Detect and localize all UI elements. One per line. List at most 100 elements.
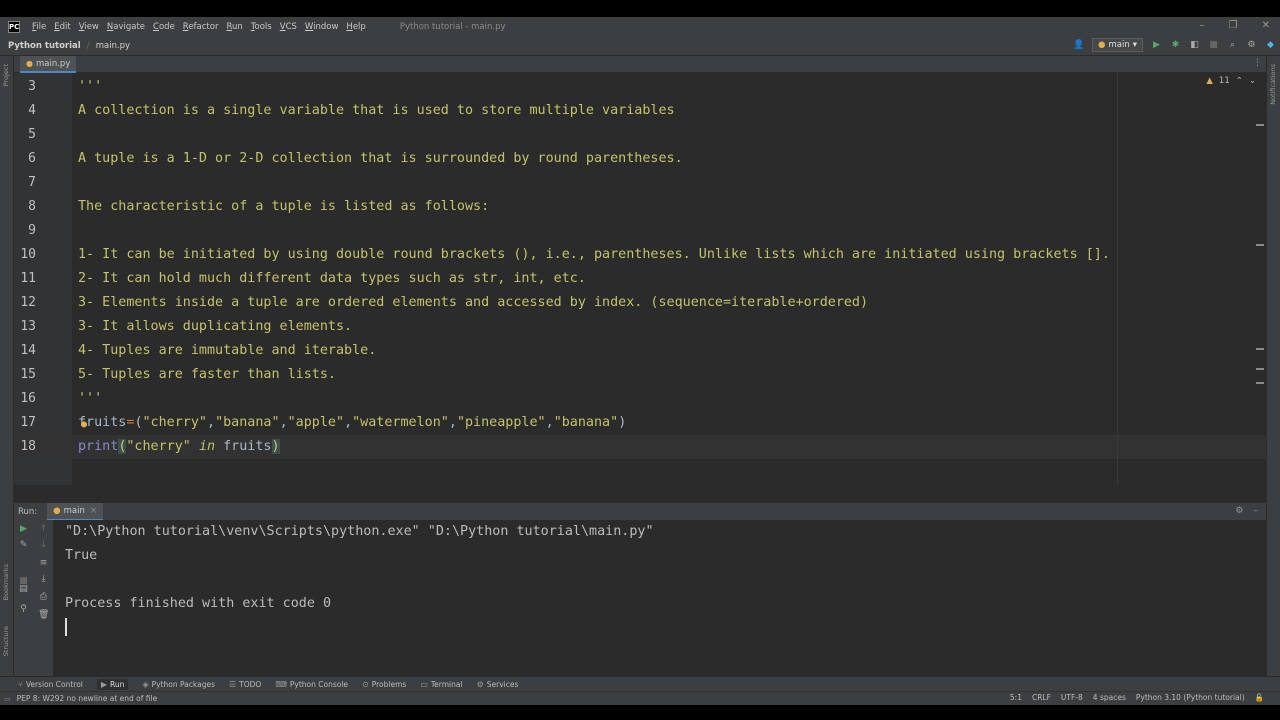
navigation-bar: Python tutorial / main.py 👤 ● main ▾ ▶ ✱…	[0, 36, 1280, 56]
soft-wrap-icon[interactable]: ≡	[38, 558, 49, 569]
docstring-line: A tuple is a 1-D or 2-D collection that …	[78, 151, 683, 166]
user-icon[interactable]: 👤	[1073, 40, 1084, 51]
scroll-down-icon[interactable]: ↓	[38, 540, 49, 551]
trash-icon[interactable]: 🗑	[38, 610, 49, 621]
tool-tab-run[interactable]: ▶ Run	[96, 678, 129, 690]
scroll-to-end-icon[interactable]: ⤓	[38, 574, 49, 585]
python-interpreter[interactable]: Python 3.10 (Python tutorial)	[1136, 693, 1245, 702]
scroll-up-icon[interactable]: ↑	[38, 524, 49, 535]
status-toggle-icon[interactable]: ▭	[0, 695, 11, 703]
more-icon[interactable]: ⋮	[1253, 58, 1262, 68]
python-icon: ●	[1098, 40, 1106, 50]
run-config-select[interactable]: ● main ▾	[1092, 38, 1143, 52]
search-icon[interactable]: ⌕	[1227, 40, 1238, 51]
run-panel-label: Run:	[18, 506, 38, 517]
menu-item-edit[interactable]: Edit	[50, 22, 74, 32]
run-console-output[interactable]: "D:\Python tutorial\venv\Scripts\python.…	[54, 520, 1266, 676]
tool-tab-version-control[interactable]: ⑂ Version Control	[18, 680, 83, 689]
plugin-icon[interactable]: ◆	[1265, 40, 1276, 51]
rerun-icon[interactable]: ▶	[18, 524, 29, 535]
menu-item-window[interactable]: Window	[301, 22, 343, 32]
error-stripe-mark[interactable]	[1256, 382, 1264, 384]
line-number: 16	[20, 391, 36, 406]
menu-item-code[interactable]: Code	[149, 22, 179, 32]
menu-item-navigate[interactable]: Navigate	[103, 22, 149, 32]
structure-tool-label[interactable]: Structure	[2, 626, 10, 656]
main-menu: File Edit View Navigate Code Refactor Run Tools…	[28, 22, 370, 32]
chevron-up-icon[interactable]: ⌃	[1236, 76, 1243, 86]
comma: ,	[344, 415, 353, 430]
run-icon[interactable]: ▶	[1151, 40, 1162, 51]
breadcrumb-project[interactable]: Python tutorial	[0, 41, 81, 51]
gear-icon[interactable]: ⚙	[1235, 506, 1243, 516]
notifications-tool-label[interactable]: Notifications	[1269, 64, 1277, 105]
docstring-line: '''	[78, 79, 103, 94]
close-tab-icon[interactable]: ×	[90, 506, 97, 516]
tuple-string-item: "banana"	[215, 415, 280, 430]
tool-tab-todo[interactable]: ☰ TODO	[229, 680, 261, 689]
breadcrumb-file[interactable]: main.py	[90, 41, 130, 51]
docstring-line: 5- Tuples are faster than lists.	[78, 367, 336, 382]
menu-item-vcs[interactable]: VCS	[276, 22, 301, 32]
line-separator[interactable]: CRLF	[1032, 693, 1051, 702]
line-number: 10	[20, 247, 36, 262]
caret-position[interactable]: 5:1	[1010, 693, 1022, 702]
docstring-line: The characteristic of a tuple is listed …	[78, 199, 490, 214]
tuple-string-item: "pineapple"	[456, 415, 546, 430]
error-stripe-mark[interactable]	[1256, 368, 1264, 370]
stop-icon[interactable]: ■	[1208, 40, 1219, 51]
tool-tab-python-packages[interactable]: ◈ Python Packages	[142, 680, 215, 689]
inspection-widget[interactable]: ▲ 11 ⌃ ⌄	[1206, 76, 1256, 86]
layout-icon[interactable]: ▤	[18, 584, 29, 595]
run-tab-main[interactable]: ● main ×	[47, 502, 103, 521]
wrench-icon[interactable]: ✎	[18, 540, 29, 551]
project-tool-label[interactable]: Project	[2, 64, 10, 86]
print-icon[interactable]: ⎙	[38, 592, 49, 603]
menu-item-help[interactable]: Help	[342, 22, 369, 32]
python-file-icon: ●	[26, 59, 33, 68]
file-encoding[interactable]: UTF-8	[1061, 693, 1083, 702]
lock-icon[interactable]: 🔓	[1255, 693, 1264, 702]
menu-item-run[interactable]: Run	[222, 22, 246, 32]
run-config-label: main	[1108, 40, 1130, 50]
tool-tab-label: Problems	[371, 679, 407, 689]
close-icon[interactable]: ✕	[1262, 20, 1270, 31]
gear-icon[interactable]: ⚙	[1246, 40, 1257, 51]
tool-tab-terminal[interactable]: ▭ Terminal	[420, 680, 462, 689]
menu-item-refactor[interactable]: Refactor	[179, 22, 223, 32]
bookmarks-tool-label[interactable]: Bookmarks	[2, 564, 10, 600]
line-number: 8	[28, 199, 36, 214]
bulb-icon[interactable]: ●	[81, 419, 87, 430]
indent-setting[interactable]: 4 spaces	[1093, 693, 1126, 702]
right-tool-strip: Notifications	[1266, 56, 1280, 690]
tool-tab-problems[interactable]: ⊙ Problems	[362, 680, 406, 689]
docstring-line: 2- It can hold much different data types…	[78, 271, 586, 286]
editor-tab-main[interactable]: ● main.py	[20, 56, 77, 73]
menu-item-file[interactable]: File	[28, 22, 50, 32]
restore-icon[interactable]: ❐	[1229, 20, 1238, 31]
line-number: 4	[28, 103, 36, 118]
coverage-icon[interactable]: ◧	[1189, 40, 1200, 51]
tool-tab-icon: ⚙	[476, 679, 484, 689]
warning-icon: ▲	[1206, 76, 1213, 86]
menu-item-tools[interactable]: Tools	[247, 22, 276, 32]
chevron-down-icon[interactable]: ⌄	[1249, 76, 1256, 86]
status-bar: ▭ PEP 8: W292 no newline at end of file …	[0, 691, 1280, 705]
tool-tab-services[interactable]: ⚙ Services	[477, 680, 519, 689]
tool-tab-python-console[interactable]: ⌨ Python Console	[275, 680, 348, 689]
error-stripe-mark[interactable]	[1256, 244, 1264, 246]
docstring-line: 4- Tuples are immutable and iterable.	[78, 343, 377, 358]
error-stripe-mark[interactable]	[1256, 348, 1264, 350]
debug-icon[interactable]: ✱	[1170, 40, 1181, 51]
minimize-icon[interactable]: –	[1200, 20, 1205, 31]
line-number: 5	[28, 127, 36, 142]
pin-icon[interactable]: ⚲	[18, 604, 29, 615]
error-stripe-mark[interactable]	[1256, 124, 1264, 126]
hide-panel-icon[interactable]: –	[1254, 506, 1259, 516]
status-message[interactable]: PEP 8: W292 no newline at end of file	[11, 694, 158, 703]
window-controls: – ❐ ✕	[1200, 20, 1270, 31]
code-editor[interactable]: 3 ''' 4 A collection is a single variable t…	[14, 73, 1266, 485]
chevron-down-icon: ▾	[1132, 40, 1137, 50]
tool-tab-icon: ◈	[142, 679, 149, 689]
menu-item-view[interactable]: View	[75, 22, 103, 32]
